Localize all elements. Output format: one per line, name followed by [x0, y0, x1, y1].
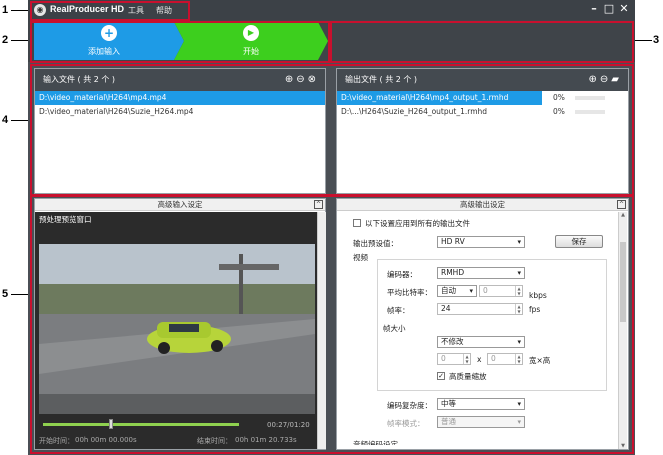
- highlight-box-3: [328, 21, 634, 63]
- annotation-1-line: [11, 10, 29, 11]
- annotation-5: 5: [2, 288, 9, 300]
- close-icon[interactable]: ✕: [618, 3, 630, 15]
- maximize-icon[interactable]: □: [603, 3, 615, 15]
- highlight-box-1: [30, 1, 190, 21]
- annotation-1: 1: [2, 4, 9, 16]
- annotation-4: 4: [2, 114, 9, 126]
- annotation-3: 3: [653, 34, 660, 46]
- highlight-box-5: [30, 195, 634, 454]
- annotation-5-line: [11, 294, 29, 295]
- highlight-box-4: [30, 64, 634, 196]
- minimize-icon[interactable]: –: [588, 3, 600, 15]
- annotation-3-line: [634, 40, 652, 41]
- annotation-4-line: [11, 120, 29, 121]
- highlight-box-2: [30, 21, 332, 63]
- annotation-2: 2: [2, 34, 9, 46]
- annotation-2-line: [11, 40, 29, 41]
